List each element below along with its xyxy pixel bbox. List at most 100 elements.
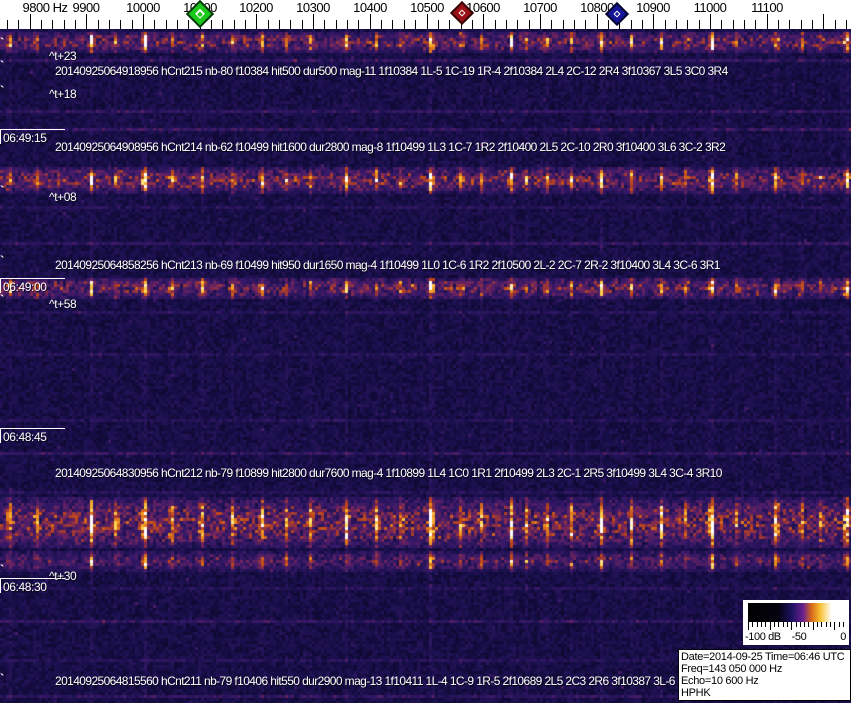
ruler-tick — [132, 20, 133, 29]
ruler-tick — [302, 20, 303, 29]
time-label: 06:49:00 — [0, 278, 65, 293]
db-scale-label: -100 dB — [745, 631, 781, 643]
ruler-tick — [370, 14, 371, 29]
edge-tick-mark: ` — [0, 88, 4, 94]
db-scale-tick — [839, 622, 840, 627]
frequency-ruler: 9800 Hz990010000101001020010300104001050… — [0, 0, 851, 29]
edge-tick-mark: ` — [0, 297, 4, 303]
ruler-tick — [823, 14, 824, 29]
ruler-tick — [30, 14, 31, 29]
edge-tick-mark: ` — [0, 676, 4, 682]
db-scale-tick — [826, 622, 827, 627]
ruler-tick — [358, 20, 359, 29]
db-scale-tick — [765, 622, 766, 627]
ruler-tick — [710, 14, 711, 29]
info-line: Date=2014-09-25 Time=06:46 UTC — [681, 651, 850, 663]
time-label: 06:49:15 — [0, 129, 65, 144]
ruler-tick — [563, 20, 564, 29]
ruler-tick — [52, 20, 53, 29]
frequency-label: 10400 — [353, 0, 387, 15]
ruler-tick — [631, 20, 632, 29]
ruler-tick — [347, 20, 348, 29]
ruler-tick — [449, 20, 450, 29]
detection-line: 20140925064815560 hCnt211 nb-79 f10406 h… — [55, 674, 675, 688]
db-scale-tick — [774, 622, 775, 627]
ruler-tick — [404, 20, 405, 29]
db-scale-label: 0 — [840, 631, 846, 643]
db-gradient-bar — [748, 603, 843, 622]
ruler-tick — [506, 20, 507, 29]
marker-dot — [460, 11, 464, 15]
marker-dot — [197, 11, 202, 16]
marker-dot — [615, 12, 619, 16]
db-scale-tick — [843, 622, 844, 627]
edge-tick-mark: ` — [0, 188, 4, 194]
ruler-tick — [767, 14, 768, 29]
ruler-tick — [812, 20, 813, 29]
ruler-tick — [109, 20, 110, 29]
ruler-tick — [188, 20, 189, 29]
ruler-tick — [744, 20, 745, 29]
ruler-tick — [268, 20, 269, 29]
edge-tick-mark: ` — [0, 63, 4, 69]
frequency-label: 10200 — [239, 0, 273, 15]
db-scale-tick — [834, 622, 835, 630]
ruler-tick — [438, 20, 439, 29]
ruler-tick — [495, 20, 496, 29]
ruler-tick — [472, 20, 473, 29]
info-line: Echo=10 600 Hz — [681, 675, 850, 687]
db-scale-tick — [800, 622, 801, 627]
frequency-label: 10700 — [523, 0, 557, 15]
ruler-tick — [427, 14, 428, 29]
db-scale-tick — [808, 622, 809, 627]
ruler-tick — [755, 20, 756, 29]
ruler-tick — [574, 20, 575, 29]
ruler-tick — [41, 20, 42, 29]
ruler-tick — [721, 20, 722, 29]
ruler-tick — [222, 20, 223, 29]
detection-line: 20140925064830956 hCnt212 nb-79 f10899 h… — [55, 466, 722, 480]
db-scale-tick — [783, 622, 784, 627]
ruler-tick — [699, 20, 700, 29]
ruler-tick — [415, 20, 416, 29]
frequency-label: 10500 — [410, 0, 444, 15]
ruler-tick — [154, 20, 155, 29]
ruler-tick — [665, 20, 666, 29]
frequency-label: 10900 — [636, 0, 670, 15]
ruler-tick — [551, 20, 552, 29]
ruler-tick — [18, 20, 19, 29]
db-scale-tick — [761, 622, 762, 627]
db-color-scale: -100 dB -50 0 — [743, 600, 849, 645]
ruler-tick — [86, 14, 87, 29]
detection-line: 20140925064918956 hCnt215 nb-80 f10384 h… — [55, 64, 728, 78]
ruler-tick — [234, 20, 235, 29]
time-offset-mark: ^t+23 — [49, 49, 76, 63]
db-scale-tick — [813, 622, 814, 630]
ruler-tick — [7, 20, 8, 29]
frequency-label: 11100 — [751, 0, 783, 15]
marker-center — [613, 10, 621, 18]
ruler-tick — [733, 20, 734, 29]
ruler-tick — [483, 14, 484, 29]
edge-tick-mark: ` — [0, 40, 4, 46]
ruler-tick — [846, 20, 847, 29]
time-offset-mark: ^t+30 — [49, 569, 76, 583]
time-offset-mark: ^t+08 — [49, 190, 76, 204]
db-scale-label: -50 — [792, 631, 807, 643]
marker-center — [195, 9, 205, 19]
ruler-tick — [324, 20, 325, 29]
ruler-tick — [336, 20, 337, 29]
db-scale-tick — [791, 622, 792, 630]
ruler-tick — [256, 14, 257, 29]
ruler-tick — [120, 20, 121, 29]
frequency-label: 9800 Hz — [23, 0, 68, 15]
time-label: 06:48:45 — [0, 428, 65, 443]
detection-line: 20140925064908956 hCnt214 nb-62 f10499 h… — [55, 140, 725, 154]
ruler-tick — [801, 20, 802, 29]
db-scale-tick — [821, 622, 822, 627]
frequency-label: 9900 — [73, 0, 100, 15]
ruler-tick — [143, 14, 144, 29]
time-offset-mark: ^t+58 — [49, 297, 76, 311]
ruler-tick — [279, 20, 280, 29]
ruler-tick — [211, 20, 212, 29]
